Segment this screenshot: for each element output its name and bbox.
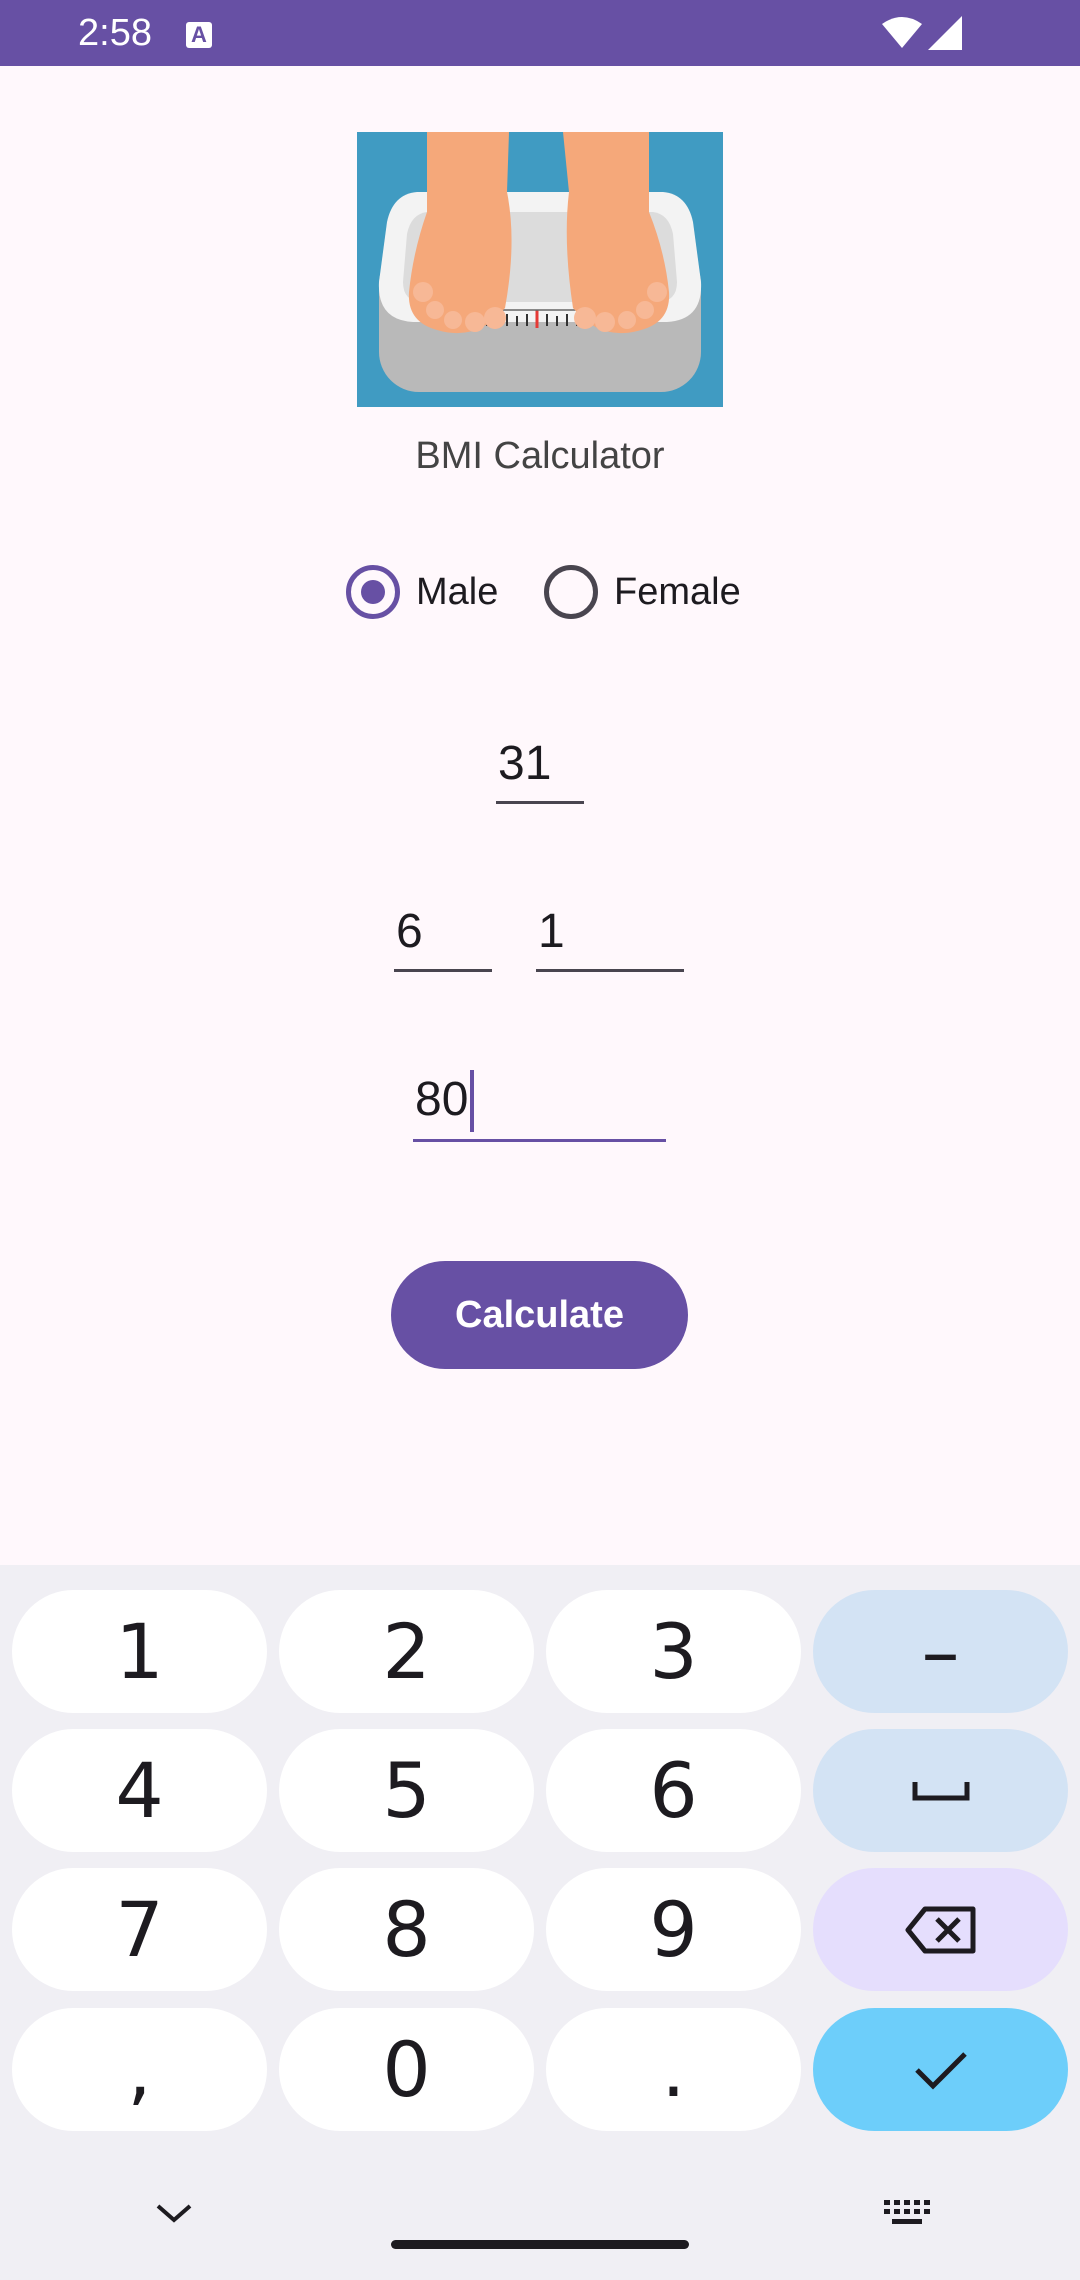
scale-illustration [357, 132, 723, 407]
calculate-button[interactable]: Calculate [391, 1261, 688, 1369]
key-minus[interactable]: – [813, 1590, 1068, 1713]
notification-icon: A [186, 22, 212, 48]
keyboard-icon[interactable] [884, 2198, 930, 2232]
age-input[interactable]: 31 [496, 734, 584, 804]
weight-input[interactable]: 80 [413, 1070, 666, 1142]
key-comma[interactable]: , [12, 2008, 267, 2131]
radio-male[interactable]: Male [346, 562, 498, 622]
status-bar: 2:58 A [0, 0, 1080, 66]
space-icon [912, 1781, 969, 1800]
key-9[interactable]: 9 [546, 1868, 801, 1991]
key-1[interactable]: 1 [12, 1590, 267, 1713]
status-time: 2:58 [78, 12, 152, 54]
checkmark-icon [914, 2051, 967, 2090]
cellular-signal-icon [928, 16, 962, 50]
height-feet-input[interactable]: 6 [394, 902, 492, 972]
key-4[interactable]: 4 [12, 1729, 267, 1852]
gender-radio-group: Male Female [0, 562, 1080, 622]
key-done[interactable] [813, 2008, 1068, 2131]
key-0[interactable]: 0 [279, 2008, 534, 2131]
radio-female-label: Female [614, 570, 741, 613]
key-space[interactable] [813, 1729, 1068, 1852]
key-8[interactable]: 8 [279, 1868, 534, 1991]
key-7[interactable]: 7 [12, 1868, 267, 1991]
key-5[interactable]: 5 [279, 1729, 534, 1852]
text-cursor [470, 1070, 475, 1132]
key-2[interactable]: 2 [279, 1590, 534, 1713]
height-inches-input[interactable]: 1 [536, 902, 684, 972]
key-period[interactable]: . [546, 2008, 801, 2131]
key-backspace[interactable] [813, 1868, 1068, 1991]
key-6[interactable]: 6 [546, 1729, 801, 1852]
home-indicator[interactable] [391, 2240, 689, 2249]
wifi-signal-icons [882, 16, 962, 50]
weight-value: 80 [415, 1073, 469, 1126]
chevron-down-icon[interactable] [152, 2198, 196, 2228]
backspace-icon [905, 1906, 975, 1953]
radio-checked-icon[interactable] [346, 565, 400, 619]
radio-unchecked-icon[interactable] [544, 565, 598, 619]
key-3[interactable]: 3 [546, 1590, 801, 1713]
radio-male-label: Male [416, 570, 499, 613]
app-title: BMI Calculator [415, 435, 665, 477]
radio-female[interactable]: Female [544, 562, 741, 622]
wifi-icon [882, 17, 922, 48]
